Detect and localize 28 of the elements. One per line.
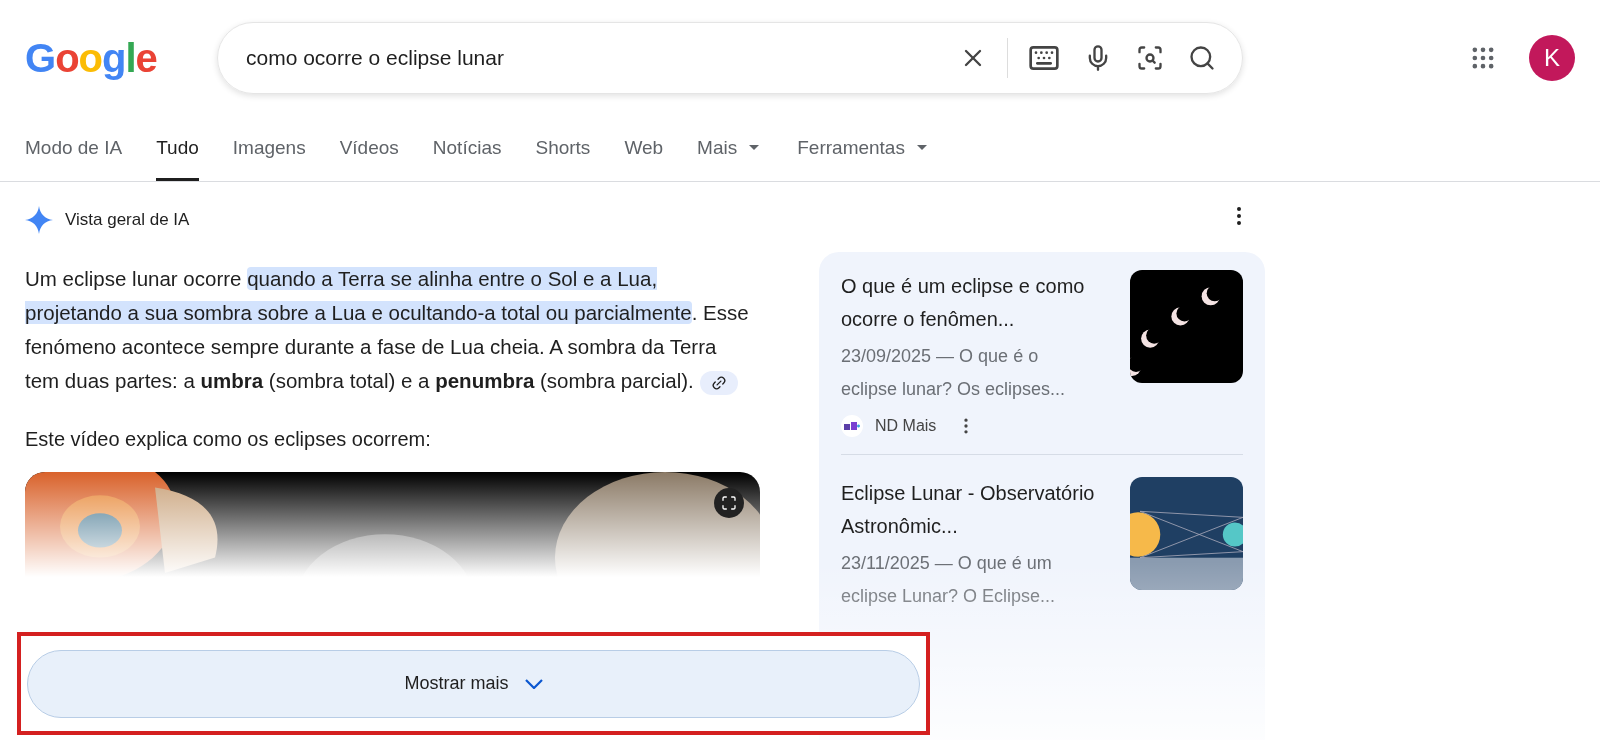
source-snippet: 23/09/2025 — O que é o eclipse lunar? Os eclipses... — [841, 345, 1067, 401]
chevron-down-icon — [524, 678, 543, 689]
camera-icon[interactable] — [1136, 44, 1164, 72]
tab[interactable]: Web — [624, 133, 664, 181]
source-title[interactable]: O que é um eclipse e como ocorre o fenômen... — [841, 270, 1106, 336]
avatar[interactable]: K — [1529, 35, 1575, 81]
source-title[interactable]: Eclipse Lunar - Observatório Astronômic... — [841, 477, 1106, 543]
tab[interactable]: Notícias — [432, 133, 502, 181]
logo[interactable]: Google — [25, 28, 217, 88]
search-icon[interactable] — [1188, 44, 1216, 72]
source-snippet: 23/11/2025 — O que é um eclipse Lunar? O Eclipse... — [841, 552, 1057, 608]
tab[interactable]: Vídeos — [339, 133, 399, 181]
site-icon — [841, 415, 863, 437]
tab[interactable]: Ferramentas — [797, 133, 927, 181]
fullscreen-icon — [721, 495, 737, 511]
site-name[interactable]: ND Mais — [875, 414, 937, 438]
tab[interactable]: Imagens — [232, 133, 306, 181]
sparkle-icon — [25, 206, 53, 234]
search-query: como ocorre o eclipse lunar — [246, 45, 505, 72]
show-more-button[interactable]: Mostrar mais — [27, 649, 920, 718]
tab[interactable]: Mais — [697, 133, 760, 181]
overview-paragraph: Um eclipse lunar ocorre quando a Terra se alinha entre o Sol e a Lua, projetando a sua sombra sobre a Lua e ocultando-a total ou parcialmente. Esse fenómeno acontece sempre durante a fase de Lua cheia. A sombra da Terra tem duas partes: a umbra (sombra total) e a penumbra (sombra parcial). — [25, 262, 755, 398]
tab[interactable]: Modo de IA — [25, 133, 123, 181]
tab[interactable]: Tudo — [156, 133, 199, 181]
video-intro: Este vídeo explica como os eclipses ocorrem: — [25, 427, 432, 452]
tab[interactable]: Shorts — [535, 133, 591, 181]
link-chip[interactable] — [699, 370, 738, 395]
overview-title: Vista geral de IA — [65, 209, 190, 232]
